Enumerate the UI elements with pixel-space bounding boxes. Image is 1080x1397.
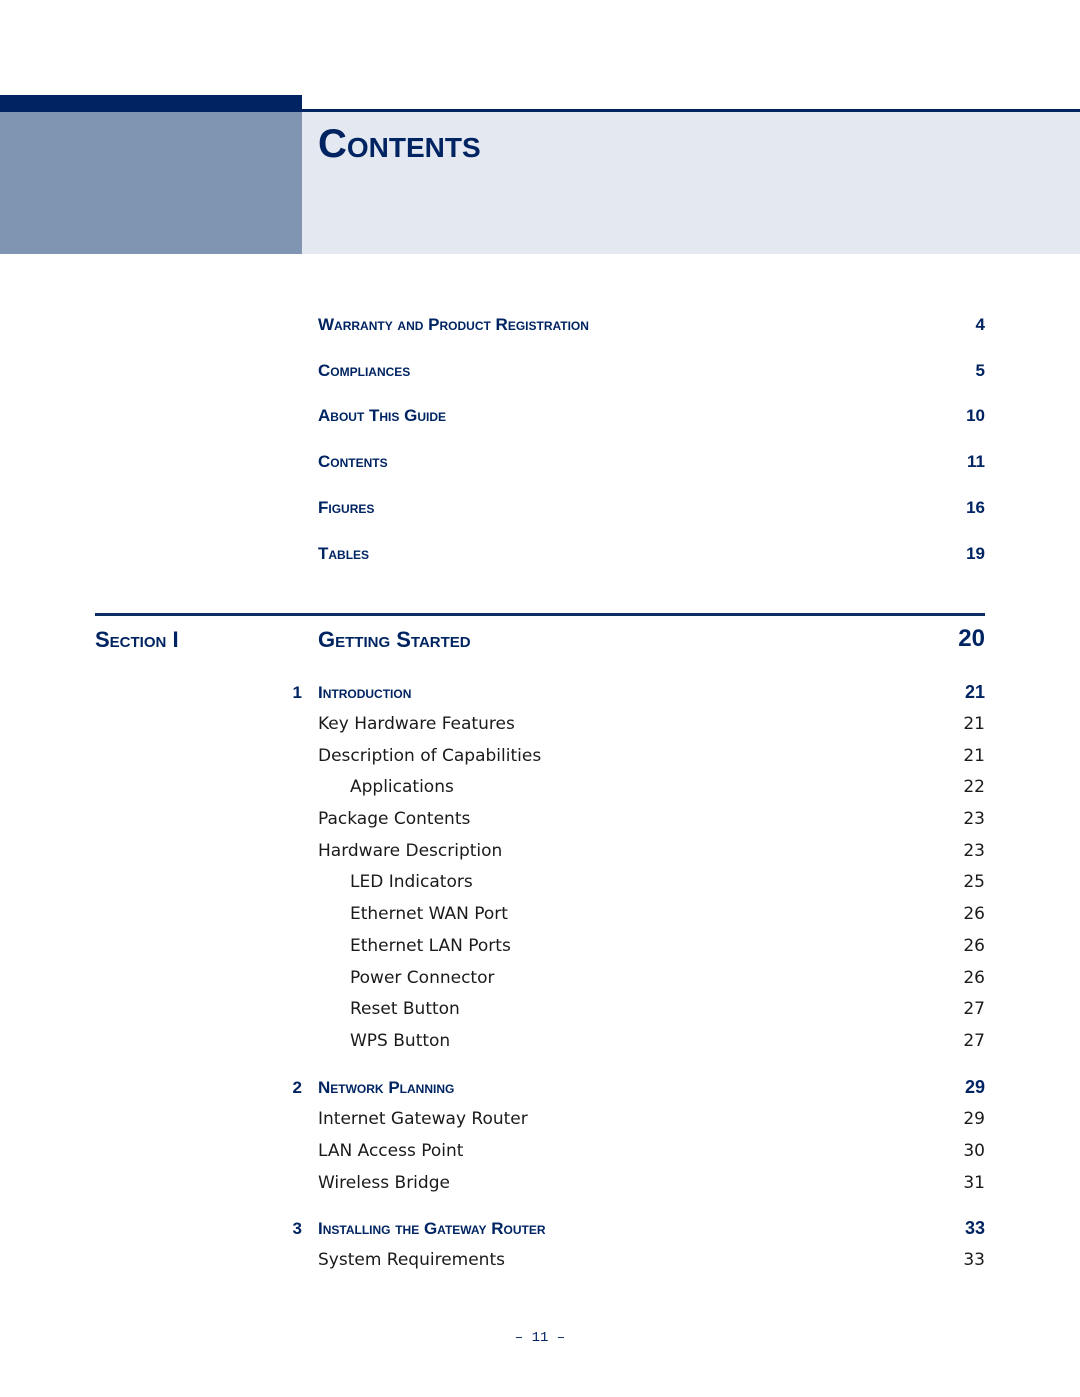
toc-entry-label[interactable]: Applications — [318, 776, 454, 798]
toc-front-item[interactable]: Figures 16 — [318, 498, 985, 518]
toc-front-title[interactable]: Compliances — [318, 361, 410, 381]
section-page: 20 — [958, 625, 985, 652]
toc-entry[interactable]: Description of Capabilities 21 — [318, 745, 985, 767]
toc-entry-page: 26 — [963, 904, 985, 924]
toc-entry-page: 23 — [963, 809, 985, 829]
toc-entry-page: 26 — [963, 936, 985, 956]
toc-front-title[interactable]: Warranty and Product Registration — [318, 315, 589, 335]
toc-front-page: 5 — [975, 361, 985, 380]
toc-front-item[interactable]: Tables 19 — [318, 544, 985, 564]
page-title: Contents — [318, 122, 481, 166]
toc-entry-label[interactable]: Hardware Description — [318, 840, 502, 862]
toc-front-title[interactable]: About This Guide — [318, 406, 446, 426]
toc-entry-label[interactable]: Ethernet LAN Ports — [318, 935, 511, 957]
toc-front-page: 16 — [966, 498, 985, 517]
toc-entry-label[interactable]: Wireless Bridge — [318, 1172, 450, 1194]
section-title[interactable]: Getting Started — [318, 626, 471, 654]
toc-entry-page: 21 — [963, 746, 985, 766]
toc-entry-label[interactable]: Package Contents — [318, 808, 470, 830]
toc-front-title[interactable]: Tables — [318, 544, 369, 564]
toc-entry-label[interactable]: System Requirements — [318, 1249, 505, 1271]
toc-entry-page: 23 — [963, 841, 985, 861]
toc-entry-page: 26 — [963, 968, 985, 988]
toc-front-page: 11 — [967, 452, 985, 471]
toc-entry[interactable]: LED Indicators 25 — [318, 871, 985, 893]
toc-front-page: 10 — [966, 406, 985, 425]
toc-entry-page: 21 — [963, 714, 985, 734]
toc-entry-page: 29 — [963, 1109, 985, 1129]
chapter-number: 1 — [292, 683, 302, 702]
toc-entry-label[interactable]: Internet Gateway Router — [318, 1108, 528, 1130]
header-bar-dark — [0, 95, 302, 112]
chapter-title[interactable]: Installing the Gateway Router — [318, 1218, 965, 1240]
toc-entry[interactable]: Wireless Bridge 31 — [318, 1172, 985, 1194]
toc-entry[interactable]: Reset Button 27 — [318, 998, 985, 1020]
toc-entry[interactable]: Hardware Description 23 — [318, 840, 985, 862]
toc-entry[interactable]: Package Contents 23 — [318, 808, 985, 830]
toc-entry-page: 27 — [963, 999, 985, 1019]
toc-entry-page: 31 — [963, 1173, 985, 1193]
chapter-page: 21 — [964, 682, 985, 702]
toc-entry-label[interactable]: Ethernet WAN Port — [318, 903, 508, 925]
toc-front-title[interactable]: Contents — [318, 452, 388, 472]
chapter-page: 33 — [964, 1218, 985, 1238]
section-label: Section I — [95, 627, 179, 652]
toc-front-item[interactable]: About This Guide 10 — [318, 406, 985, 426]
toc-entry[interactable]: Internet Gateway Router 29 — [318, 1108, 985, 1130]
toc-front-item[interactable]: Warranty and Product Registration 4 — [318, 315, 985, 335]
toc-entry-page: 30 — [963, 1141, 985, 1161]
page-number-footer: – 11 – — [514, 1330, 566, 1346]
toc-entry-page: 33 — [963, 1250, 985, 1270]
toc-front-item[interactable]: Compliances 5 — [318, 361, 985, 381]
toc-chapter[interactable]: 3 Installing the Gateway Router 33 — [270, 1217, 985, 1240]
toc-entry[interactable]: Key Hardware Features 21 — [318, 713, 985, 735]
toc-entry-page: 25 — [963, 872, 985, 892]
header-block-left — [0, 112, 302, 254]
toc-entry-label[interactable]: LED Indicators — [318, 871, 473, 893]
toc-entry[interactable]: Applications 22 — [318, 776, 985, 798]
toc-entry-label[interactable]: Power Connector — [318, 967, 494, 989]
toc-entry[interactable]: Ethernet WAN Port 26 — [318, 903, 985, 925]
chapter-title[interactable]: Introduction — [318, 682, 965, 704]
toc-entry-label[interactable]: Key Hardware Features — [318, 713, 515, 735]
toc-front-item[interactable]: Contents 11 — [318, 452, 985, 472]
section-divider — [95, 613, 985, 616]
chapter-number: 3 — [292, 1219, 302, 1238]
toc-front-page: 4 — [975, 315, 985, 334]
chapter-number: 2 — [292, 1078, 302, 1097]
toc-entry-label[interactable]: LAN Access Point — [318, 1140, 463, 1162]
chapter-page: 29 — [964, 1077, 985, 1097]
toc-entry[interactable]: Ethernet LAN Ports 26 — [318, 935, 985, 957]
toc-entry[interactable]: System Requirements 33 — [318, 1249, 985, 1271]
toc-front-page: 19 — [966, 544, 985, 563]
toc-front-title[interactable]: Figures — [318, 498, 374, 518]
toc-entry[interactable]: LAN Access Point 30 — [318, 1140, 985, 1162]
toc-chapter[interactable]: 1 Introduction 21 — [270, 681, 985, 704]
toc-entry-page: 22 — [963, 777, 985, 797]
toc-entry-label[interactable]: WPS Button — [318, 1030, 450, 1052]
chapter-title[interactable]: Network Planning — [318, 1077, 965, 1099]
toc-entry[interactable]: WPS Button 27 — [318, 1030, 985, 1052]
toc-entry[interactable]: Power Connector 26 — [318, 967, 985, 989]
toc-entry-label[interactable]: Reset Button — [318, 998, 460, 1020]
toc-chapter[interactable]: 2 Network Planning 29 — [270, 1076, 985, 1099]
toc-entry-page: 27 — [963, 1031, 985, 1051]
toc-entry-label[interactable]: Description of Capabilities — [318, 745, 541, 767]
